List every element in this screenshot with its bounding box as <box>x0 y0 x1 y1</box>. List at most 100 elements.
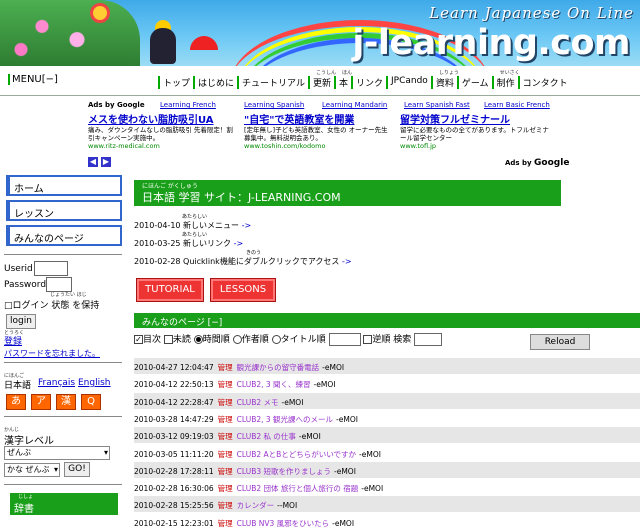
sidebar-lessons-button[interactable]: レッスン <box>6 200 122 221</box>
post-title[interactable]: CLUB2, 3 観光課へのメール <box>237 415 333 424</box>
post-date: 2010-02-28 15:25:56 <box>134 501 214 511</box>
romaji-button[interactable]: Q <box>81 394 101 410</box>
ad-link[interactable]: Learning Mandarin <box>322 101 387 109</box>
title-order-radio[interactable] <box>271 335 281 344</box>
ad-link[interactable]: Learn Basic French <box>484 101 550 109</box>
lessons-button[interactable]: LESSONS <box>210 278 276 302</box>
post-row[interactable]: 2010-02-28 16:30:06 管理 CLUB2 団体 旅行と個人旅行の 宿… <box>134 479 640 495</box>
nav-item[interactable]: JPCando <box>386 76 431 89</box>
lang-japanese[interactable]: 日本語 <box>4 378 31 391</box>
ad-link[interactable]: Learning French <box>160 101 216 109</box>
search-input[interactable] <box>414 333 443 346</box>
userid-input[interactable] <box>34 261 68 276</box>
nav-item[interactable]: ほん本 <box>333 70 352 89</box>
time-order-label: 時間 <box>202 335 221 345</box>
post-title[interactable]: CLUB2 AとBとどちらがいいですか <box>237 450 356 459</box>
post-row[interactable]: 2010-04-12 22:28:47 管理 CLUB2 メモ -eMOI <box>134 392 640 409</box>
next-arrow-icon[interactable]: ▶ <box>101 157 111 167</box>
ad-url[interactable]: www.toshin.com/kodomo <box>244 142 394 150</box>
lang-french[interactable]: Français <box>38 378 75 388</box>
menu-toggle[interactable]: MENU[−] <box>8 74 58 85</box>
news-link[interactable]: -> <box>342 257 352 266</box>
author-order-radio[interactable] <box>232 335 242 344</box>
tutorial-button[interactable]: TUTORIAL <box>136 278 204 302</box>
post-row[interactable]: 2010-04-27 12:04:47 管理 観光課からの留守番電話 -eMOI <box>134 358 640 374</box>
post-title[interactable]: CLUB2 私 の仕事 <box>237 432 296 441</box>
unread-checkbox[interactable] <box>163 335 173 344</box>
chevron-down-icon: ▾ <box>103 448 108 457</box>
ad-url[interactable]: www.tofl.jp <box>400 142 550 150</box>
ad-link[interactable]: Learning Spanish <box>244 101 304 109</box>
login-button[interactable]: login <box>6 314 36 329</box>
post-title[interactable]: カレンダー <box>237 501 275 510</box>
katakana-button[interactable]: ア <box>31 394 51 410</box>
ad-item[interactable]: 留学対策フルゼミナール 留学に必要なものの全てがあります。トフルゼミナール留学セ… <box>400 111 550 150</box>
post-row[interactable]: 2010-02-28 15:25:56 管理 カレンダー --MOI <box>134 496 640 513</box>
ad-item[interactable]: "自宅"で英語教室を開業 [定年無し]子ども英語教室、女性の オーナー先生募集中… <box>244 111 394 150</box>
nav-item[interactable]: コンタクト <box>517 76 571 89</box>
site-logo[interactable]: j-learning.com <box>352 23 630 63</box>
go-button[interactable]: GO! <box>64 462 90 477</box>
ad-url[interactable]: www.ritz-medical.com <box>88 142 238 150</box>
filter-text-input[interactable] <box>328 333 361 346</box>
unread-label: 未読 <box>172 335 191 345</box>
nav-item[interactable]: はじめに <box>193 76 237 89</box>
post-tag: 管理 <box>217 414 233 424</box>
prev-arrow-icon[interactable]: ◀ <box>88 157 98 167</box>
register-link[interactable]: 登録 <box>4 334 22 347</box>
kana-select[interactable]: かな ぜんぶ ▾ <box>4 463 60 477</box>
ads-by-google-footer[interactable]: Ads by Google <box>505 158 569 168</box>
post-title[interactable]: CLUB NV3 風邪をひいたら <box>237 519 329 528</box>
kanji-level-label: 漢字レベル <box>4 436 54 447</box>
post-title[interactable]: 観光課からの留守番電話 <box>237 363 320 372</box>
keep-login-checkbox[interactable]: □ログイン 状態 を保持 <box>4 298 99 311</box>
reload-button[interactable]: Reload <box>530 334 590 350</box>
password-input[interactable] <box>46 277 72 292</box>
post-title[interactable]: CLUB2, 3 聞く、練習 <box>237 380 311 389</box>
ad-link[interactable]: Learn Spanish Fast <box>404 101 470 109</box>
kanji-level-select[interactable]: ぜんぶ ▾ <box>4 446 110 460</box>
ad-title[interactable]: "自宅"で英語教室を開業 <box>244 111 394 126</box>
nav-item[interactable]: トップ <box>158 76 193 89</box>
post-title[interactable]: CLUB3 短歌を作りましょう <box>237 467 331 476</box>
divider <box>4 362 122 363</box>
news-link[interactable]: -> <box>234 239 244 248</box>
everyones-page-header[interactable]: みんなのページ [−] <box>134 313 640 328</box>
news-link[interactable]: -> <box>242 221 252 230</box>
post-author: -eMOI <box>359 449 381 459</box>
post-author: -eMOI <box>334 466 356 476</box>
post-row[interactable]: 2010-02-28 17:28:11 管理 CLUB3 短歌を作りましょう -eMO… <box>134 461 640 478</box>
post-row[interactable]: 2010-04-12 22:50:13 管理 CLUB2, 3 聞く、練習 -eMOI <box>134 375 640 391</box>
lang-english[interactable]: English <box>78 378 111 388</box>
flowers-illustration <box>0 0 140 66</box>
ad-item[interactable]: メスを使わない脂肪吸引UA 痛み、ダウンタイムなしの脂肪吸引 先着限定！割引キャ… <box>88 111 238 150</box>
post-row[interactable]: 2010-03-12 09:19:03 管理 CLUB2 私 の仕事 -eMOI <box>134 427 640 444</box>
site-banner[interactable]: Learn Japanese On Line j-learning.com <box>0 0 640 66</box>
left-sidebar: ホーム レッスン みんなのページ Userid Password じょうたい ほ… <box>0 172 126 515</box>
ad-title[interactable]: メスを使わない脂肪吸引UA <box>88 111 238 126</box>
post-date: 2010-04-27 12:04:47 <box>134 363 214 372</box>
nav-item[interactable]: しりょう 資料 <box>430 70 459 89</box>
nav-item[interactable]: リンク <box>350 76 386 89</box>
sidebar-home-button[interactable]: ホーム <box>6 175 122 196</box>
post-row[interactable]: 2010-03-05 11:11:20 管理 CLUB2 AとBとどちらがいいですか… <box>134 445 640 461</box>
nav-item[interactable]: せいさく 制作 <box>491 70 520 89</box>
divider <box>4 416 122 417</box>
nav-item[interactable]: チュートリアル <box>237 76 308 89</box>
sidebar-everyones-page-button[interactable]: みんなのページ <box>6 225 122 246</box>
dictionary-header[interactable]: じしょ 辞書 <box>10 493 118 515</box>
password-label: Password <box>4 280 47 290</box>
post-title[interactable]: CLUB2 団体 旅行と個人旅行の 宿題 <box>237 484 359 493</box>
hiragana-button[interactable]: あ <box>6 394 26 410</box>
kanji-button[interactable]: 漢 <box>56 394 76 410</box>
ad-title[interactable]: 留学対策フルゼミナール <box>400 111 550 126</box>
author-order-label: 作者 <box>241 335 260 345</box>
nav-item[interactable]: ゲーム <box>456 76 492 89</box>
post-row[interactable]: 2010-03-28 14:47:29 管理 CLUB2, 3 観光課へのメール -e… <box>134 410 640 426</box>
nav-item[interactable]: こうしん 更新 <box>307 70 336 89</box>
forgot-password-link[interactable]: パスワードを忘れました。 <box>4 348 100 359</box>
time-order-radio[interactable] <box>193 335 203 344</box>
post-row[interactable]: 2010-02-15 12:23:01 管理 CLUB NV3 風邪をひいたら -eM… <box>134 514 640 530</box>
post-title[interactable]: CLUB2 メモ <box>237 398 279 407</box>
toc-checkbox[interactable] <box>134 335 143 344</box>
